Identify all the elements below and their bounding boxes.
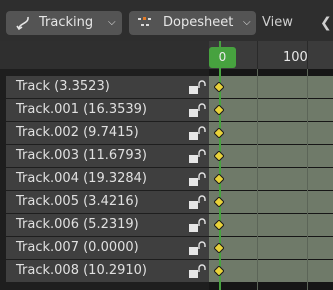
keyframe-diamond[interactable] [214,266,224,276]
keyframe-diamond[interactable] [214,220,224,230]
ruler-channel-area [0,41,209,69]
mode-dropdown[interactable]: Dopesheet ⌵ [129,11,256,35]
track-row[interactable]: Track.008 (10.2910) [0,260,333,283]
keyframe-diamond[interactable] [214,82,224,92]
track-row[interactable]: Track.006 (5.2319) [0,214,333,237]
editor-type-label: Tracking [39,15,94,30]
track-row[interactable]: Track.005 (3.4216) [0,191,333,214]
track-row[interactable]: Track.001 (16.3539) [0,99,333,122]
track-name: Track (3.3523) [16,79,110,94]
track-channel[interactable]: Track.004 (19.3284) [6,168,209,190]
track-keyframe-lane[interactable] [209,214,333,236]
track-keyframe-lane[interactable] [209,237,333,259]
track-channel[interactable]: Track (3.3523) [6,76,209,98]
lock-icon[interactable] [188,172,206,188]
keyframe-diamond[interactable] [214,174,224,184]
view-menu[interactable]: View [262,11,293,35]
track-row[interactable]: Track.002 (9.7415) [0,122,333,145]
track-name: Track.003 (11.6793) [16,148,147,163]
track-name: Track.007 (0.0000) [16,240,139,255]
lock-icon[interactable] [188,241,206,257]
lock-icon[interactable] [188,195,206,211]
keyframe-diamond[interactable] [214,151,224,161]
track-name: Track.001 (16.3539) [16,102,147,117]
keyframe-diamond[interactable] [214,105,224,115]
mode-label: Dopesheet [163,15,234,30]
lock-icon[interactable] [188,103,206,119]
track-name: Track.002 (9.7415) [16,125,139,140]
track-name: Track.004 (19.3284) [16,171,147,186]
frame-gridline [307,69,308,290]
track-channel[interactable]: Track.006 (5.2319) [6,214,209,236]
lock-icon[interactable] [188,80,206,96]
arrow-left-icon[interactable]: ❮ [320,11,332,35]
track-row[interactable]: Track (3.3523) [0,76,333,99]
track-name: Track.005 (3.4216) [16,194,139,209]
track-channel[interactable]: Track.001 (16.3539) [6,99,209,121]
track-keyframe-lane[interactable] [209,76,333,98]
frame-gridline [257,69,258,290]
editor-header: Tracking ⌵ Dopesheet ⌵ View ❮ [0,0,333,41]
track-keyframe-lane[interactable] [209,168,333,190]
track-row[interactable]: Track.007 (0.0000) [0,237,333,260]
dopesheet-icon [138,17,151,26]
track-channel[interactable]: Track.002 (9.7415) [6,122,209,144]
editor-type-dropdown[interactable]: Tracking ⌵ [6,11,122,35]
current-frame-indicator[interactable]: 0 [209,47,236,68]
lock-icon[interactable] [188,126,206,142]
ruler-label-100: 100 [283,50,308,65]
lock-icon[interactable] [188,218,206,234]
track-keyframe-lane[interactable] [209,191,333,213]
lock-icon[interactable] [188,149,206,165]
ruler-tick [257,41,258,69]
keyframe-diamond[interactable] [214,197,224,207]
keyframe-diamond[interactable] [214,128,224,138]
track-name: Track.008 (10.2910) [16,263,147,278]
lock-icon[interactable] [188,264,206,280]
track-keyframe-lane[interactable] [209,260,333,282]
track-keyframe-lane[interactable] [209,99,333,121]
track-keyframe-lane[interactable] [209,122,333,144]
track-row[interactable]: Track.004 (19.3284) [0,168,333,191]
chevron-down-icon: ⌵ [108,17,116,28]
track-channel[interactable]: Track.003 (11.6793) [6,145,209,167]
track-keyframe-lane[interactable] [209,145,333,167]
keyframe-diamond[interactable] [214,243,224,253]
tracking-icon [16,16,29,31]
track-row[interactable]: Track.003 (11.6793) [0,145,333,168]
track-channel[interactable]: Track.005 (3.4216) [6,191,209,213]
chevron-down-icon: ⌵ [243,17,251,28]
track-name: Track.006 (5.2319) [16,217,139,232]
track-channel[interactable]: Track.008 (10.2910) [6,260,209,282]
track-channel[interactable]: Track.007 (0.0000) [6,237,209,259]
